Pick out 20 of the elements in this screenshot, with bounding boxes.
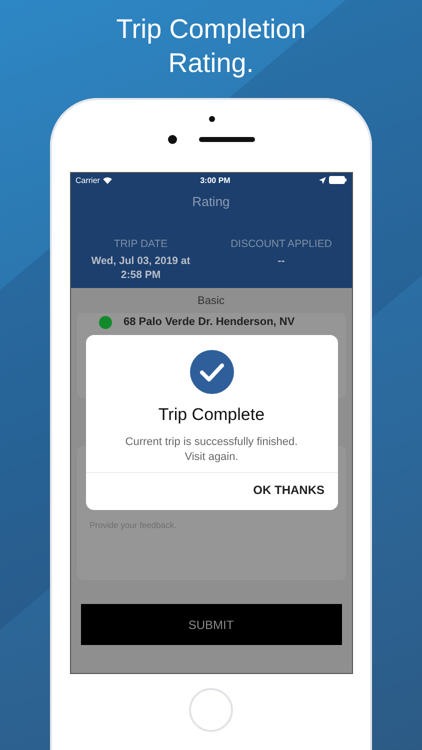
screen-title: Rating bbox=[191, 194, 231, 211]
submit-button[interactable]: SUBMIT bbox=[80, 604, 342, 645]
battery-icon bbox=[328, 176, 346, 184]
summary-value: -- bbox=[276, 254, 286, 268]
summary-label: DISCOUNT APPLIED bbox=[230, 238, 332, 250]
home-button[interactable] bbox=[189, 688, 233, 732]
dialog-title: Trip Complete bbox=[158, 405, 265, 425]
status-time: 3:00 PM bbox=[200, 176, 230, 184]
wifi-icon bbox=[102, 176, 112, 184]
summary-value: Wed, Jul 03, 2019 at 2:58 PM bbox=[90, 254, 192, 282]
headline: Trip Completion Rating. bbox=[115, 13, 307, 80]
stop-address: 68 Palo Verde Dr. Henderson, NV bbox=[124, 316, 295, 328]
summary-label: TRIP DATE bbox=[114, 238, 168, 250]
camera-icon bbox=[168, 134, 176, 144]
section-label: Basic bbox=[196, 294, 226, 309]
sensor-dot bbox=[209, 116, 215, 122]
location-icon bbox=[318, 176, 326, 184]
check-icon bbox=[190, 350, 234, 394]
carrier-label: Carrier bbox=[76, 176, 100, 184]
speaker-grille bbox=[198, 136, 254, 142]
